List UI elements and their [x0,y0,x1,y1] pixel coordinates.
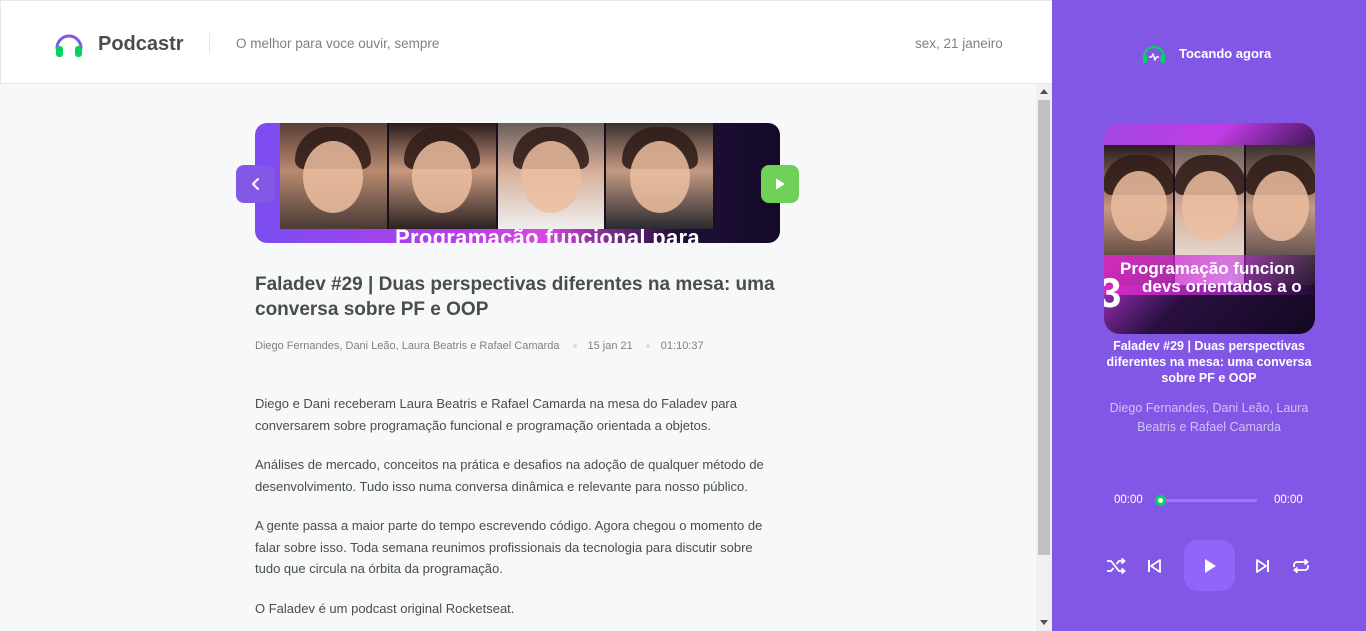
episode-date: 15 jan 21 [587,340,633,352]
scroll-up-arrow-icon[interactable] [1040,89,1048,94]
description-paragraph: Diego e Dani receberam Laura Beatris e R… [255,396,737,433]
skip-next-icon [1256,559,1269,573]
thumbnail-caption: Programação funcional para [395,225,700,243]
play-button[interactable] [1184,540,1235,591]
next-button[interactable] [1251,554,1275,578]
thumbnail-person [280,123,389,229]
current-time: 00:00 [1114,494,1143,506]
episode-description: Diego e Dani receberam Laura Beatris e R… [255,393,775,631]
play-episode-button[interactable] [761,165,799,203]
thumbnail-person [497,123,607,229]
player-episode-members: Diego Fernandes, Dani Leão, Laura Beatri… [1109,401,1309,434]
play-icon [776,178,785,190]
app-root: Podcastr O melhor para voce ouvir, sempr… [0,0,1366,631]
description-paragraph: Análises de mercado, conceitos na prátic… [255,457,764,494]
cover-caption-line2: devs orientados a o [1142,277,1302,296]
total-time: 00:00 [1274,494,1303,506]
progress-slider[interactable] [1155,495,1257,506]
headphones-icon [55,34,83,57]
episode-thumbnail: Programação funcional para [255,123,780,243]
player-panel: Tocando agora 3 Programação funcion devs… [1052,0,1366,631]
thumbnail-person [388,123,498,229]
playing-headphones-icon [1142,45,1166,63]
episode-members: Diego Fernandes, Dani Leão, Laura Beatri… [255,340,560,352]
header: Podcastr O melhor para voce ouvir, sempr… [0,0,1052,84]
back-button[interactable] [236,165,275,203]
shuffle-button[interactable] [1104,554,1128,578]
thumbnail-photo [280,123,715,229]
chevron-left-icon [251,178,259,190]
description-paragraph: A gente passa a maior parte do tempo esc… [255,518,763,576]
tagline: O melhor para voce ouvir, sempre [236,36,440,51]
scrollbar-thumb[interactable] [1038,100,1050,555]
meta-separator [572,344,577,348]
repeat-button[interactable] [1289,554,1313,578]
meta-separator [645,344,650,348]
repeat-icon [1293,558,1309,574]
play-icon [1204,558,1216,573]
now-playing-label: Tocando agora [1179,45,1272,61]
shuffle-icon [1107,557,1126,575]
current-date: sex, 21 janeiro [915,36,1003,51]
episode-title: Faladev #29 | Duas perspectivas diferent… [255,274,775,320]
now-playing-header: Tocando agora [1142,42,1271,64]
thumbnail-person [606,123,715,229]
scrollbar[interactable] [1036,84,1052,631]
episode-duration: 01:10:37 [660,340,704,352]
progress-handle[interactable] [1155,495,1166,506]
header-divider [209,33,210,54]
skip-previous-icon [1148,559,1161,573]
episode-page[interactable]: Programação funcional para Faladev #29 |… [0,84,1036,631]
logo[interactable]: Podcastr [53,28,184,60]
cover-caption-line1: Programação funcion [1120,259,1295,278]
episode-meta: Diego Fernandes, Dani Leão, Laura Beatri… [255,340,704,352]
player-cover: 3 Programação funcion devs orientados a … [1104,123,1315,334]
description-paragraph: O Faladev é um podcast original Rocketse… [255,600,515,616]
previous-button[interactable] [1142,554,1166,578]
app-name: Podcastr [98,32,184,55]
scroll-down-arrow-icon[interactable] [1040,620,1048,625]
player-episode-title: Faladev #29 | Duas perspectivas diferent… [1106,339,1312,385]
cover-number: 3 [1104,269,1122,316]
